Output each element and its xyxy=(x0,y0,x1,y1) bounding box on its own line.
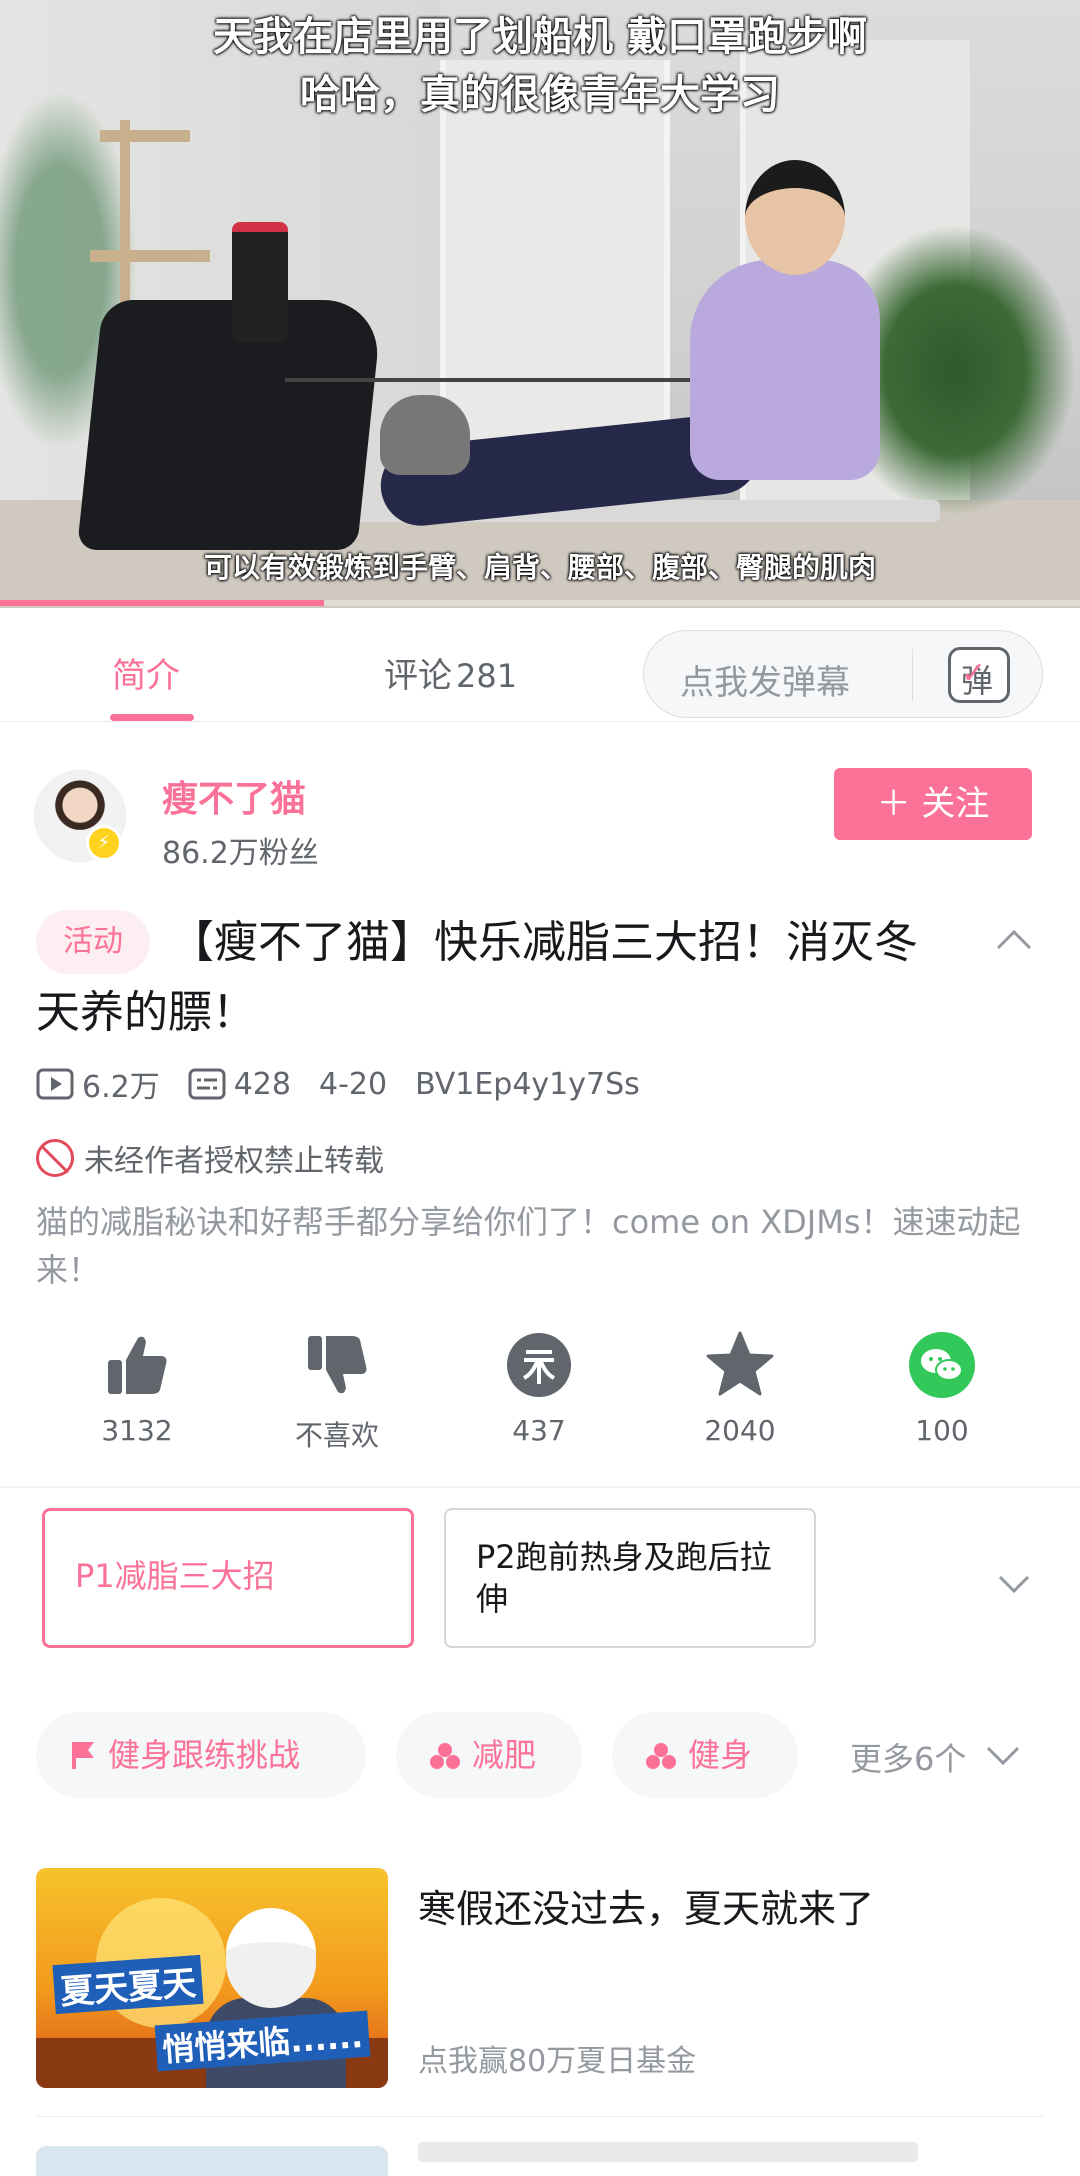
video-description: 猫的减脂秘诀和好帮手都分享给你们了！come on XDJMs！速速动起来！ xyxy=(36,1203,1021,1289)
coin-icon xyxy=(507,1333,571,1397)
recommend-divider xyxy=(36,2116,1044,2117)
tag-label: 减肥 xyxy=(472,1736,537,1774)
views-count: 6.2万 xyxy=(82,1070,160,1105)
video-title: 【瘦不了猫】快乐减脂三大招！消灭冬天养的膘！ xyxy=(36,917,918,1038)
next-recommend-thumbnail[interactable] xyxy=(36,2146,388,2176)
tab-intro-label: 简介 xyxy=(112,656,180,696)
share-button[interactable]: 100 xyxy=(872,1330,1012,1447)
no-reprint-icon xyxy=(36,1139,74,1177)
tab-comments[interactable]: 评论 281 xyxy=(384,648,517,697)
comment-count: 281 xyxy=(456,657,518,695)
follow-button[interactable]: ＋ 关注 xyxy=(834,768,1032,840)
rowing-console xyxy=(232,222,288,342)
rowing-machine xyxy=(76,300,384,550)
coin-count: 437 xyxy=(512,1414,566,1447)
favorite-button[interactable]: 2040 xyxy=(670,1330,810,1447)
subtitle-bottom: 可以有效锻炼到手臂、肩背、腰部、腹部、臀腿的肌肉 xyxy=(203,551,876,584)
danmaku-placeholder: 点我发弹幕 xyxy=(680,663,850,703)
action-bar: 3132 不喜欢 437 2040 100 xyxy=(0,1330,1080,1460)
activity-tag[interactable]: 活动 xyxy=(36,910,150,974)
danmaku-input[interactable]: 点我发弹幕 弹 ✓ xyxy=(643,630,1043,718)
like-count: 3132 xyxy=(101,1414,173,1447)
section-divider xyxy=(0,1486,1080,1488)
tab-intro[interactable]: 简介 xyxy=(112,648,180,697)
video-progress-bar[interactable] xyxy=(0,600,1080,606)
video-cat xyxy=(380,395,470,475)
more-tags-label: 更多6个 xyxy=(850,1740,967,1778)
copyright-notice: 未经作者授权禁止转载 xyxy=(36,1136,384,1180)
recommend-subtitle: 点我赢80万夏日基金 xyxy=(418,2044,697,2079)
part-item-2[interactable]: P2跑前热身及跑后拉伸 xyxy=(444,1508,816,1648)
chevron-up-icon[interactable] xyxy=(994,920,1034,960)
danmaku-count: 428 xyxy=(233,1066,291,1102)
like-button[interactable]: 3132 xyxy=(67,1330,207,1447)
video-player[interactable]: 天我在店里用了划船机 戴口罩跑步啊 哈哈，真的很像青年大学习 可以有效锻炼到手臂… xyxy=(0,0,1080,608)
check-icon: ✓ xyxy=(961,656,987,691)
publish-date: 4-20 xyxy=(318,1066,388,1102)
danmaku-divider xyxy=(912,649,913,701)
thumb-person-head xyxy=(226,1908,316,2008)
video-stats: 6.2万 428 4-20 BV1Ep4y1y7Ss xyxy=(36,1062,668,1106)
video-progress-fill xyxy=(0,600,324,606)
subtitle-second: 哈哈，真的很像青年大学习 xyxy=(300,72,780,118)
tab-bar: 简介 评论 281 点我发弹幕 弹 ✓ xyxy=(0,608,1080,722)
tag-fitness-challenge[interactable]: 健身跟练挑战 xyxy=(36,1712,366,1798)
danmaku-stat: 428 xyxy=(188,1067,291,1102)
part-item-1[interactable]: P1减脂三大招 xyxy=(42,1508,414,1648)
lightning-icon: ⚡ xyxy=(86,825,122,861)
more-tags-button[interactable]: 更多6个 xyxy=(850,1734,1021,1780)
dislike-button[interactable]: 不喜欢 xyxy=(267,1330,407,1454)
author-name[interactable]: 瘦不了猫 xyxy=(162,770,306,822)
tag-fitness[interactable]: 健身 xyxy=(612,1712,798,1798)
tab-active-indicator xyxy=(110,714,194,721)
coin-button[interactable]: 437 xyxy=(469,1330,609,1447)
recommend-title: 寒假还没过去，夏天就来了 xyxy=(418,1887,875,1931)
tag-weight-loss[interactable]: 减肥 xyxy=(396,1712,582,1798)
tab-comments-label: 评论 xyxy=(384,656,452,696)
tag-bar: 健身跟练挑战 减肥 健身 更多6个 xyxy=(0,1712,1080,1798)
author-fans: 86.2万粉丝 xyxy=(162,836,319,871)
subtitle-top: 天我在店里用了划船机 戴口罩跑步啊 xyxy=(213,14,867,60)
person-body xyxy=(690,260,880,480)
rowing-rope xyxy=(285,378,755,382)
next-recommend-title[interactable] xyxy=(418,2142,918,2162)
danmaku-toggle-icon[interactable]: 弹 ✓ xyxy=(948,647,1010,703)
bvid: BV1Ep4y1y7Ss xyxy=(415,1066,640,1102)
cluster-icon xyxy=(646,1743,676,1769)
tag-label: 健身跟练挑战 xyxy=(108,1736,301,1774)
favorite-count: 2040 xyxy=(704,1414,776,1447)
chevron-down-icon xyxy=(986,1746,1019,1766)
cluster-icon xyxy=(430,1743,460,1769)
dislike-label: 不喜欢 xyxy=(294,1419,379,1452)
share-count: 100 xyxy=(915,1414,969,1447)
star-icon xyxy=(706,1331,774,1396)
flag-icon xyxy=(72,1742,94,1769)
views-stat: 6.2万 xyxy=(36,1062,160,1106)
tag-label: 健身 xyxy=(688,1736,753,1774)
play-count-icon xyxy=(36,1068,74,1100)
recommend-thumbnail[interactable]: 夏天夏天 悄悄来临...... xyxy=(36,1868,388,2088)
thumb-caption-1: 夏天夏天 xyxy=(52,1954,204,2015)
thumbs-up-icon xyxy=(108,1336,167,1394)
wechat-icon xyxy=(909,1332,975,1398)
recommend-card[interactable]: 夏天夏天 悄悄来临...... 寒假还没过去，夏天就来了 点我赢80万夏日基金 xyxy=(36,1868,1044,2088)
danmaku-count-icon xyxy=(188,1068,226,1100)
person-head xyxy=(745,160,845,275)
copyright-text: 未经作者授权禁止转载 xyxy=(84,1144,384,1179)
thumbs-down-icon xyxy=(308,1336,367,1394)
chevron-down-icon[interactable] xyxy=(996,1566,1032,1602)
